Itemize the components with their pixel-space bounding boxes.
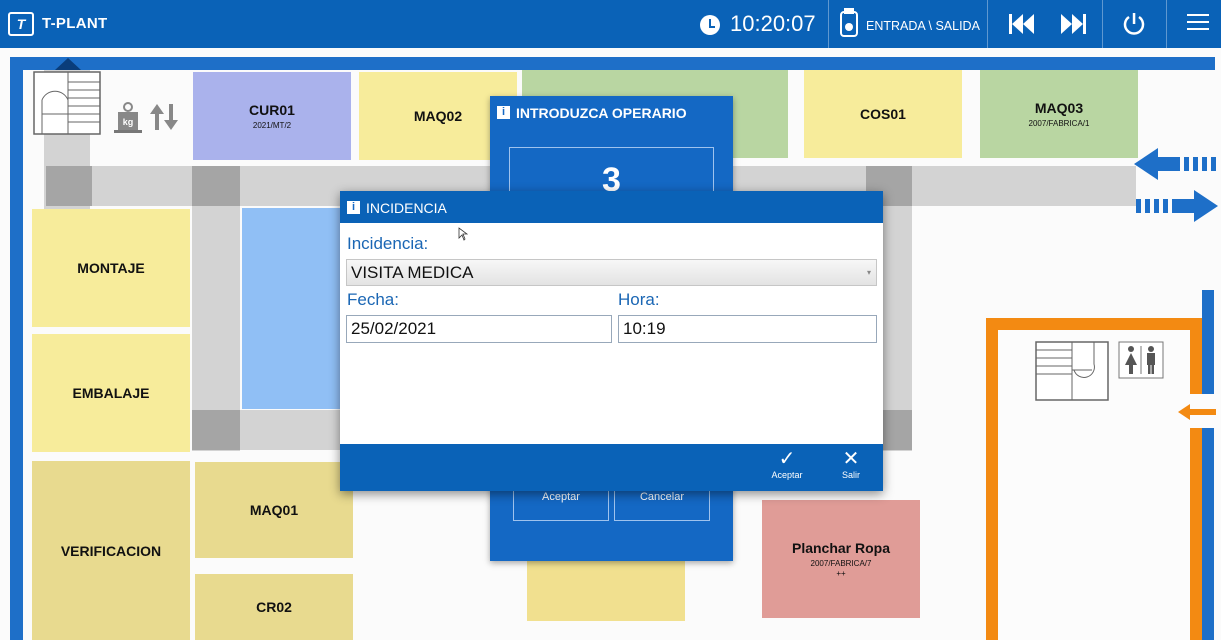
pillar (192, 410, 240, 450)
zone-cos01[interactable]: COS01 (804, 70, 962, 158)
zone-sub: 2021/MT/2 (252, 121, 292, 130)
incidencia-selected-value: VISITA MEDICA (351, 263, 474, 282)
entrada-salida-button[interactable]: ENTRADA \ SALIDA (866, 19, 980, 33)
zone-name: EMBALAJE (72, 385, 150, 401)
stairs-icon (1034, 340, 1110, 402)
zone-name: MONTAJE (77, 260, 145, 276)
exit-button[interactable]: ✕ Salir (826, 448, 876, 488)
scale-icon-label: kg (122, 117, 134, 127)
wall (1202, 290, 1214, 640)
hora-label: Hora: (618, 290, 660, 309)
zone-montaje[interactable]: MONTAJE (32, 209, 190, 327)
fecha-label: Fecha: (347, 290, 399, 309)
top-bar: T T-PLANT 10:20:07 ENTRADA \ SALIDA (0, 0, 1221, 48)
wall (986, 318, 1202, 330)
hora-input[interactable]: 10:19 (618, 315, 877, 343)
accept-button[interactable]: ✓ Aceptar (762, 448, 812, 488)
menu-icon[interactable] (1187, 14, 1209, 32)
zone-planchar-ropa[interactable]: Planchar Ropa 2007/FABRICA/7 ++ (762, 500, 920, 618)
info-icon: i (347, 201, 360, 214)
zone-sub: 2007/FABRICA/7 (810, 559, 872, 568)
zone-name: MAQ02 (413, 108, 463, 124)
clock-time: 10:20:07 (730, 11, 816, 36)
incidencia-dialog: INCIDENCIA i Incidencia: VISITA MEDICA ▾… (340, 191, 883, 491)
updown-arrows-icon (148, 102, 180, 132)
wall (10, 57, 23, 640)
zone-name: MAQ01 (249, 502, 299, 518)
entry-arrow-icon (55, 56, 81, 70)
zone-maq03[interactable]: MAQ03 2007/FABRICA/1 (980, 70, 1138, 158)
dialog-title: INCIDENCIA (340, 191, 883, 223)
restroom-icon (1118, 341, 1164, 379)
skip-forward-icon[interactable] (1058, 12, 1088, 36)
zone-name: VERIFICACION (60, 542, 162, 559)
zone-verificacion[interactable]: VERIFICACION (32, 461, 190, 640)
pillar (46, 166, 92, 206)
zone-name: CUR01 (249, 102, 295, 118)
app-title: T-PLANT (42, 15, 108, 32)
badge-reader-icon[interactable] (838, 8, 860, 38)
divider (1166, 0, 1167, 48)
stairs-icon (32, 70, 102, 136)
clock-icon (700, 15, 720, 35)
skip-back-icon[interactable] (1007, 12, 1037, 36)
mouse-cursor-icon (458, 227, 469, 241)
zone-blue-unlabeled[interactable] (242, 208, 342, 409)
zone-name: CR02 (256, 599, 292, 615)
dialog-title: INTRODUZCA OPERARIO (516, 105, 687, 121)
divider (828, 0, 829, 48)
zone-name: COS01 (860, 106, 906, 122)
wall (1190, 318, 1202, 640)
close-icon: ✕ (842, 448, 860, 470)
accept-label: Aceptar (771, 470, 803, 480)
incidencia-label: Incidencia: (347, 234, 429, 253)
arrow-left-icon (1134, 146, 1218, 182)
zone-sub: ++ (836, 569, 846, 578)
tplant-logo: T (8, 12, 34, 36)
chevron-down-icon: ▾ (866, 268, 871, 277)
divider (987, 0, 988, 48)
fecha-input[interactable]: 25/02/2021 (346, 315, 612, 343)
zone-maq01[interactable]: MAQ01 (195, 462, 353, 558)
arrow-left-orange-icon (1178, 402, 1218, 422)
zone-embalaje[interactable]: EMBALAJE (32, 334, 190, 452)
corridor (192, 166, 240, 451)
divider (1102, 0, 1103, 48)
check-icon: ✓ (778, 448, 796, 470)
zone-name: MAQ03 (1034, 100, 1084, 116)
incidencia-select[interactable]: VISITA MEDICA ▾ (346, 259, 877, 286)
arrow-right-icon (1134, 188, 1218, 224)
zone-cur01[interactable]: CUR01 2021/MT/2 (193, 72, 351, 160)
dialog-footer: ✓ Aceptar ✕ Salir (340, 444, 883, 491)
exit-label: Salir (841, 470, 860, 480)
zone-name: Planchar Ropa (791, 540, 891, 556)
zone-cr02[interactable]: CR02 (195, 574, 353, 640)
zone-sub: 2007/FABRICA/1 (1028, 119, 1090, 128)
pillar (192, 166, 240, 206)
wall (10, 57, 1215, 70)
wall (986, 318, 998, 640)
power-icon[interactable] (1122, 12, 1146, 36)
scale-icon: kg (112, 98, 144, 134)
